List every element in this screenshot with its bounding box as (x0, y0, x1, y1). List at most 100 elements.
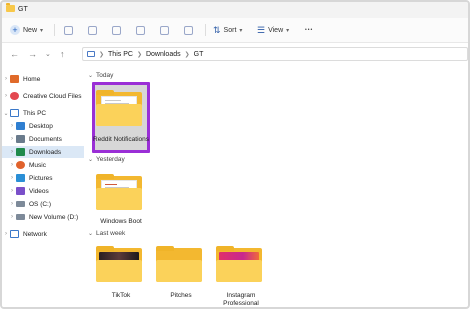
sidebar-item-videos[interactable]: › Videos (2, 185, 90, 197)
breadcrumb-downloads[interactable]: Downloads (146, 51, 181, 58)
more-options-button[interactable]: ••• (305, 24, 313, 36)
sidebar-item-home[interactable]: › Home (2, 73, 84, 85)
group-header-yesterday[interactable]: ⌄ Yesterday (88, 156, 125, 163)
sidebar-item-label: Music (29, 161, 46, 169)
command-bar: + New ▾ ⇅ Sort ▾ ☰ View ▾ ••• (2, 18, 468, 43)
sidebar-item-label: Pictures (29, 174, 53, 182)
chevron-right-icon: › (11, 214, 13, 220)
recent-locations-button[interactable]: ⌄ (45, 50, 51, 58)
folder-windows-boot[interactable]: Windows Boot (92, 172, 150, 230)
paste-button[interactable] (112, 24, 121, 36)
file-list: ⌄ Today Reddit Notifications ⌄ Yesterday… (88, 68, 468, 307)
back-button[interactable]: ← (10, 49, 19, 59)
copy-button[interactable] (88, 24, 97, 36)
music-icon (16, 161, 25, 169)
sidebar-item-pictures[interactable]: › Pictures (2, 172, 90, 184)
sidebar-item-label: OS (C:) (29, 200, 52, 208)
chevron-right-icon: › (11, 201, 13, 207)
toolbar-divider (54, 24, 55, 36)
share-button[interactable] (160, 24, 169, 36)
folder-pitches[interactable]: Pitches (152, 244, 210, 304)
rename-icon (136, 25, 145, 35)
folder-label: Instagram Professional (223, 292, 259, 307)
sort-icon: ⇅ (213, 24, 221, 35)
drive-icon (16, 201, 25, 207)
documents-icon (16, 135, 25, 143)
chevron-right-icon: › (11, 188, 13, 194)
sidebar-item-label: Home (23, 75, 41, 83)
chevron-right-icon: ❯ (99, 51, 105, 58)
chevron-down-icon: ▾ (239, 27, 243, 34)
sidebar-item-label: Videos (29, 187, 49, 195)
group-header-today[interactable]: ⌄ Today (88, 72, 113, 79)
plus-icon: + (10, 25, 20, 35)
sidebar-item-this-pc[interactable]: ⌄ This PC (2, 107, 84, 119)
copy-icon (88, 25, 97, 35)
breadcrumb-gt[interactable]: GT (194, 51, 204, 58)
sidebar-item-music[interactable]: › Music (2, 159, 90, 171)
sidebar-item-downloads[interactable]: › Downloads (2, 146, 84, 158)
paste-icon (112, 25, 121, 35)
sidebar-item-documents[interactable]: › Documents (2, 133, 90, 145)
sidebar-item-os-c[interactable]: › OS (C:) (2, 198, 90, 210)
group-header-last-week[interactable]: ⌄ Last week (88, 230, 125, 237)
folder-icon (6, 3, 15, 12)
folder-instagram-professional[interactable]: Instagram Professional (212, 244, 270, 307)
chevron-down-icon: ⌄ (88, 73, 94, 79)
group-label: Yesterday (96, 156, 125, 163)
sidebar-item-new-volume-d[interactable]: › New Volume (D:) (2, 211, 90, 223)
sort-label: Sort (223, 26, 237, 34)
sidebar-item-creative-cloud[interactable]: › Creative Cloud Files (2, 90, 84, 102)
home-icon (10, 75, 19, 83)
toolbar-divider (205, 24, 206, 36)
sidebar-item-label: This PC (23, 109, 47, 117)
chevron-right-icon: ❯ (136, 51, 142, 58)
rename-button[interactable] (136, 24, 145, 36)
up-button[interactable]: ↑ (60, 49, 65, 59)
sidebar-item-label: Documents (29, 135, 62, 143)
window-title: GT (18, 6, 28, 13)
chevron-right-icon: › (5, 76, 7, 82)
chevron-right-icon: ❯ (184, 51, 190, 58)
desktop-icon (16, 122, 25, 130)
folder-tiktok[interactable]: TikTok (92, 244, 150, 304)
folder-label: TikTok (111, 292, 131, 299)
folder-label: Windows Boot (100, 218, 142, 225)
pc-icon (87, 51, 95, 57)
more-icon: ••• (305, 27, 314, 33)
cut-icon (64, 25, 73, 35)
pictures-icon (16, 174, 25, 182)
sidebar-item-label: Desktop (29, 122, 53, 130)
delete-icon (184, 25, 193, 35)
explorer-window: GT + New ▾ ⇅ Sort ▾ ☰ View ▾ ••• ← → ⌄ ↑… (0, 0, 470, 309)
group-label: Last week (96, 230, 126, 237)
sidebar-item-desktop[interactable]: › Desktop (2, 120, 90, 132)
chevron-right-icon: › (11, 175, 13, 181)
navigation-pane: › Home › Creative Cloud Files ⌄ This PC … (2, 68, 84, 307)
chevron-right-icon: › (11, 123, 13, 129)
folder-label: Pitches (170, 292, 192, 299)
breadcrumb-this-pc[interactable]: This PC (108, 51, 133, 58)
chevron-down-icon: ⌄ (88, 157, 94, 163)
chevron-down-icon: ▾ (286, 27, 290, 34)
chevron-right-icon: › (11, 162, 13, 168)
view-button[interactable]: ☰ View ▾ (257, 24, 289, 36)
sort-button[interactable]: ⇅ Sort ▾ (213, 24, 242, 36)
delete-button[interactable] (184, 24, 193, 36)
chevron-down-icon: ⌄ (88, 231, 94, 237)
folder-reddit-notifications[interactable]: Reddit Notifications (92, 82, 150, 154)
view-label: View (268, 26, 284, 34)
title-bar: GT (2, 2, 468, 18)
chevron-right-icon: › (5, 93, 7, 99)
sidebar-item-label: Network (23, 230, 47, 238)
folder-icon (216, 246, 262, 282)
forward-button[interactable]: → (28, 49, 37, 59)
address-bar[interactable]: ❯ This PC ❯ Downloads ❯ GT (82, 47, 468, 61)
chevron-down-icon: ⌄ (3, 110, 9, 117)
sidebar-item-network[interactable]: › Network (2, 228, 84, 240)
cut-button[interactable] (64, 24, 73, 36)
folder-label: Reddit Notifications (93, 136, 149, 143)
sidebar-item-label: New Volume (D:) (29, 213, 79, 221)
new-button[interactable]: + New ▾ (10, 24, 43, 36)
pc-icon (10, 109, 19, 117)
